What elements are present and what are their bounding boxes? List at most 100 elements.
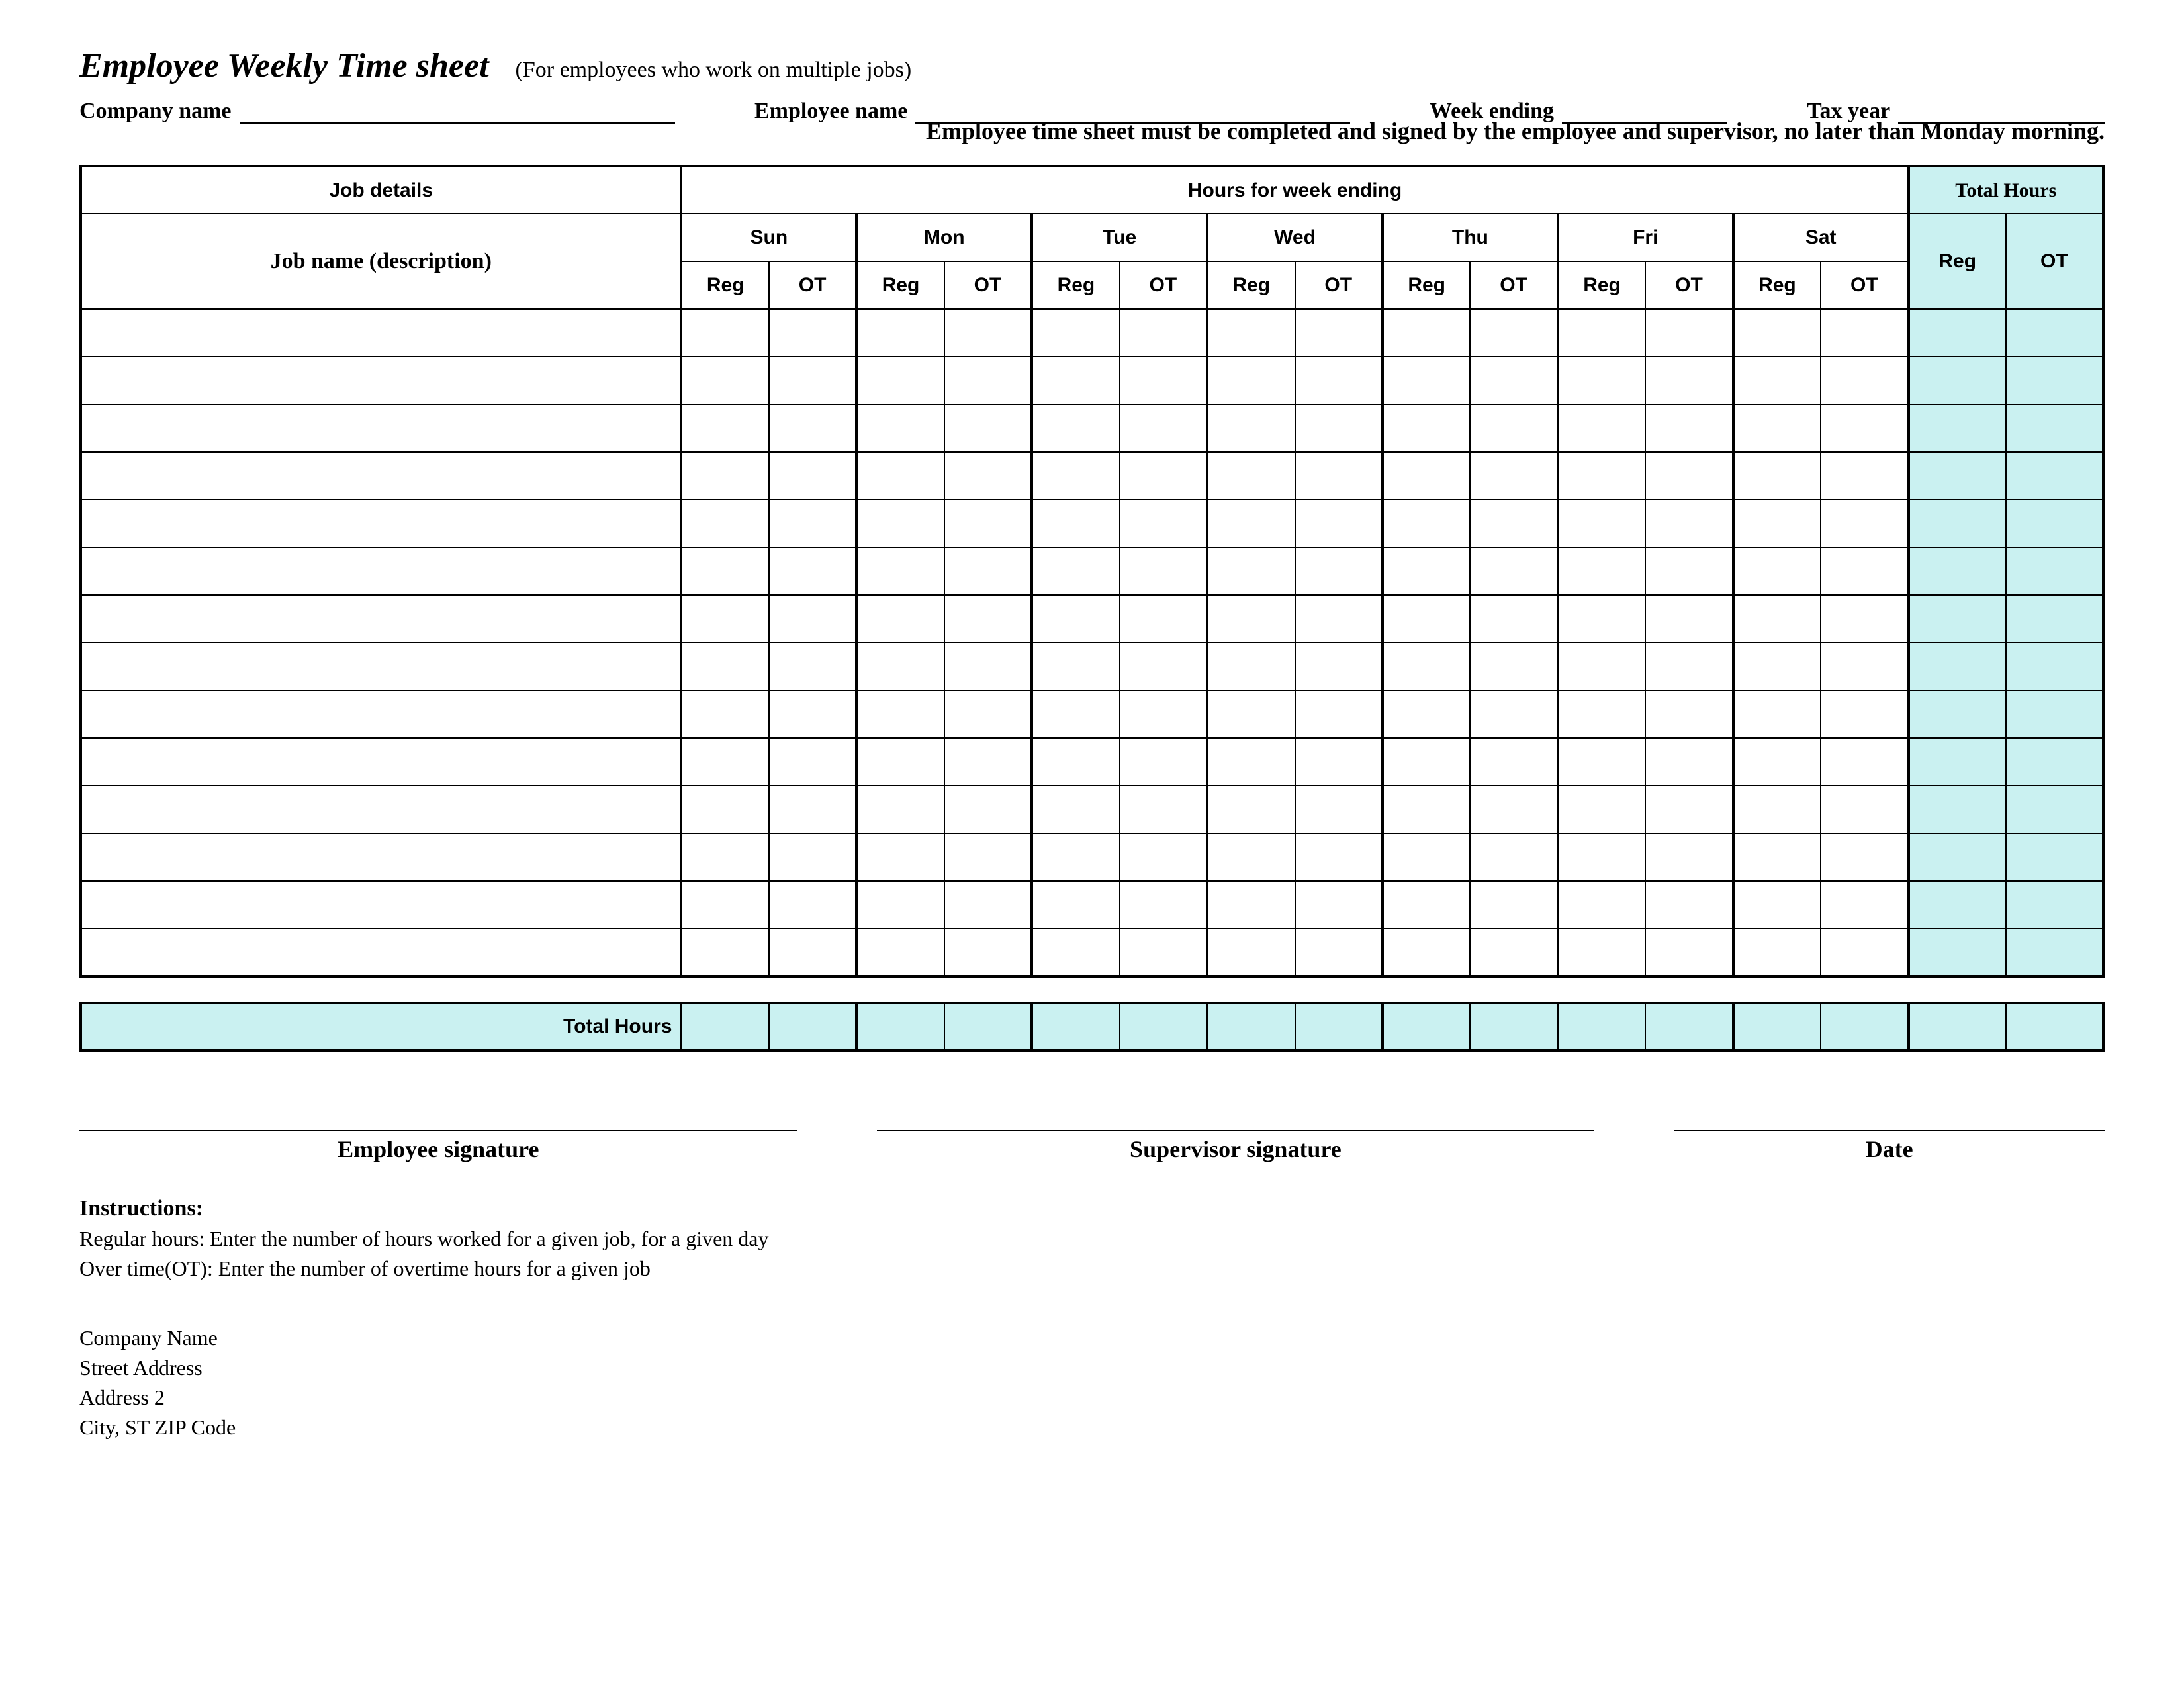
ot-hours-cell[interactable] <box>944 738 1032 786</box>
ot-hours-cell[interactable] <box>1120 643 1207 690</box>
ot-hours-cell[interactable] <box>944 833 1032 881</box>
ot-hours-cell[interactable] <box>769 357 856 404</box>
ot-hours-cell[interactable] <box>1645 690 1733 738</box>
job-description-cell[interactable] <box>81 404 681 452</box>
ot-hours-cell[interactable] <box>1470 357 1557 404</box>
reg-hours-cell[interactable] <box>1032 309 1119 357</box>
ot-hours-cell[interactable] <box>1120 833 1207 881</box>
reg-hours-cell[interactable] <box>1733 547 1821 595</box>
reg-hours-cell[interactable] <box>1207 833 1295 881</box>
reg-hours-cell[interactable] <box>681 452 768 500</box>
reg-hours-cell[interactable] <box>1558 690 1645 738</box>
ot-hours-cell[interactable] <box>1120 357 1207 404</box>
reg-hours-cell[interactable] <box>1207 452 1295 500</box>
reg-hours-cell[interactable] <box>1032 738 1119 786</box>
reg-hours-cell[interactable] <box>1733 690 1821 738</box>
ot-hours-cell[interactable] <box>1295 500 1383 547</box>
reg-hours-cell[interactable] <box>1032 833 1119 881</box>
ot-hours-cell[interactable] <box>769 309 856 357</box>
reg-hours-cell[interactable] <box>1558 881 1645 929</box>
job-description-cell[interactable] <box>81 738 681 786</box>
ot-hours-cell[interactable] <box>944 309 1032 357</box>
reg-hours-cell[interactable] <box>1032 595 1119 643</box>
ot-hours-cell[interactable] <box>1470 738 1557 786</box>
reg-hours-cell[interactable] <box>856 595 944 643</box>
ot-hours-cell[interactable] <box>944 357 1032 404</box>
reg-hours-cell[interactable] <box>1032 357 1119 404</box>
reg-hours-cell[interactable] <box>1207 643 1295 690</box>
reg-hours-cell[interactable] <box>856 643 944 690</box>
ot-hours-cell[interactable] <box>769 690 856 738</box>
ot-hours-cell[interactable] <box>1470 929 1557 976</box>
ot-hours-cell[interactable] <box>1295 547 1383 595</box>
reg-hours-cell[interactable] <box>856 690 944 738</box>
job-description-cell[interactable] <box>81 500 681 547</box>
ot-hours-cell[interactable] <box>1120 404 1207 452</box>
reg-hours-cell[interactable] <box>1207 357 1295 404</box>
ot-hours-cell[interactable] <box>944 643 1032 690</box>
ot-hours-cell[interactable] <box>1120 500 1207 547</box>
reg-hours-cell[interactable] <box>1558 452 1645 500</box>
ot-hours-cell[interactable] <box>944 595 1032 643</box>
ot-hours-cell[interactable] <box>1645 786 1733 833</box>
reg-hours-cell[interactable] <box>1383 929 1470 976</box>
reg-hours-cell[interactable] <box>1733 404 1821 452</box>
ot-hours-cell[interactable] <box>769 452 856 500</box>
ot-hours-cell[interactable] <box>769 738 856 786</box>
ot-hours-cell[interactable] <box>1295 452 1383 500</box>
ot-hours-cell[interactable] <box>1821 547 1908 595</box>
ot-hours-cell[interactable] <box>769 404 856 452</box>
ot-hours-cell[interactable] <box>944 547 1032 595</box>
reg-hours-cell[interactable] <box>1207 547 1295 595</box>
ot-hours-cell[interactable] <box>1821 690 1908 738</box>
ot-hours-cell[interactable] <box>1470 881 1557 929</box>
ot-hours-cell[interactable] <box>1295 404 1383 452</box>
job-description-cell[interactable] <box>81 690 681 738</box>
reg-hours-cell[interactable] <box>1558 643 1645 690</box>
reg-hours-cell[interactable] <box>1207 929 1295 976</box>
ot-hours-cell[interactable] <box>1821 786 1908 833</box>
reg-hours-cell[interactable] <box>1558 309 1645 357</box>
reg-hours-cell[interactable] <box>1383 404 1470 452</box>
reg-hours-cell[interactable] <box>681 500 768 547</box>
ot-hours-cell[interactable] <box>1821 404 1908 452</box>
reg-hours-cell[interactable] <box>681 404 768 452</box>
reg-hours-cell[interactable] <box>1383 595 1470 643</box>
ot-hours-cell[interactable] <box>1120 547 1207 595</box>
reg-hours-cell[interactable] <box>1733 309 1821 357</box>
reg-hours-cell[interactable] <box>1032 452 1119 500</box>
ot-hours-cell[interactable] <box>1645 881 1733 929</box>
ot-hours-cell[interactable] <box>1645 833 1733 881</box>
ot-hours-cell[interactable] <box>944 881 1032 929</box>
ot-hours-cell[interactable] <box>1645 452 1733 500</box>
reg-hours-cell[interactable] <box>856 738 944 786</box>
date-line[interactable] <box>1674 1092 2105 1131</box>
ot-hours-cell[interactable] <box>1821 833 1908 881</box>
reg-hours-cell[interactable] <box>856 500 944 547</box>
reg-hours-cell[interactable] <box>1733 833 1821 881</box>
ot-hours-cell[interactable] <box>1821 500 1908 547</box>
reg-hours-cell[interactable] <box>681 929 768 976</box>
reg-hours-cell[interactable] <box>1558 357 1645 404</box>
ot-hours-cell[interactable] <box>1821 643 1908 690</box>
reg-hours-cell[interactable] <box>1032 786 1119 833</box>
reg-hours-cell[interactable] <box>1558 738 1645 786</box>
reg-hours-cell[interactable] <box>1383 786 1470 833</box>
reg-hours-cell[interactable] <box>1032 547 1119 595</box>
ot-hours-cell[interactable] <box>1295 643 1383 690</box>
ot-hours-cell[interactable] <box>1470 690 1557 738</box>
ot-hours-cell[interactable] <box>1120 738 1207 786</box>
ot-hours-cell[interactable] <box>769 881 856 929</box>
ot-hours-cell[interactable] <box>1645 500 1733 547</box>
reg-hours-cell[interactable] <box>1383 500 1470 547</box>
ot-hours-cell[interactable] <box>1821 595 1908 643</box>
reg-hours-cell[interactable] <box>856 452 944 500</box>
reg-hours-cell[interactable] <box>1558 500 1645 547</box>
employee-signature-line[interactable] <box>79 1092 797 1131</box>
ot-hours-cell[interactable] <box>1295 309 1383 357</box>
reg-hours-cell[interactable] <box>1733 929 1821 976</box>
ot-hours-cell[interactable] <box>1295 738 1383 786</box>
supervisor-signature-line[interactable] <box>877 1092 1595 1131</box>
reg-hours-cell[interactable] <box>681 309 768 357</box>
ot-hours-cell[interactable] <box>769 500 856 547</box>
